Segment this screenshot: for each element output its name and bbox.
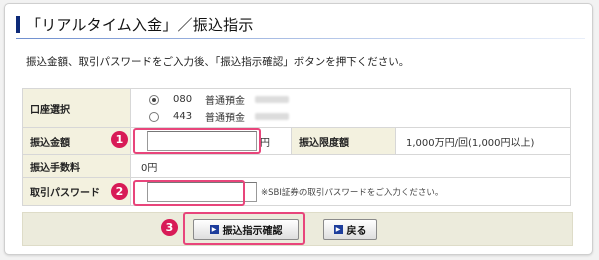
step-badge-2: 2 (111, 183, 128, 200)
account-select-row: 口座選択 080 普通預金 443 普通預金 (22, 88, 571, 128)
fee-row: 振込手数料 0円 (22, 154, 571, 178)
account-branch: 080 (173, 94, 193, 105)
masked-account-number (255, 113, 289, 120)
arrow-right-icon: ▶ (333, 225, 343, 234)
page-title: 「リアルタイム入金」／振込指示 (16, 14, 254, 34)
fee-value: 0円 (130, 154, 571, 178)
title-accent-bar (16, 15, 20, 33)
back-button[interactable]: ▶ 戻る (323, 219, 377, 240)
instruction-text: 振込金額、取引パスワードをご入力後、「振込指示確認」ボタンを押下ください。 (26, 56, 410, 68)
account-radio-2[interactable] (149, 111, 159, 122)
account-branch: 443 (173, 111, 193, 122)
account-select-label: 口座選択 (22, 88, 131, 128)
amount-unit: 円 (260, 137, 270, 149)
limit-label: 振込限度額 (291, 127, 396, 155)
page-title-text: 「リアルタイム入金」／振込指示 (26, 15, 254, 34)
account-type: 普通預金 (205, 113, 245, 124)
amount-row: 振込金額 円 振込限度額 1,000万円/回(1,000円以上) (22, 127, 571, 155)
account-type: 普通預金 (205, 96, 245, 107)
password-row: 取引パスワード ※SBI証券の取引パスワードをご入力ください。 (22, 177, 571, 206)
step-badge-1: 1 (111, 131, 128, 148)
confirm-highlight (183, 212, 305, 245)
account-select-cell: 080 普通預金 443 普通預金 (130, 88, 571, 128)
step-badge-3: 3 (161, 219, 178, 236)
account-option-1[interactable]: 080 普通預金 (149, 92, 570, 107)
fee-label: 振込手数料 (22, 154, 131, 178)
title-divider (16, 38, 585, 39)
back-label: 戻る (346, 226, 367, 237)
password-note: ※SBI証券の取引パスワードをご入力ください。 (261, 187, 444, 198)
amount-highlight (133, 128, 261, 154)
password-highlight (133, 180, 245, 206)
masked-account-number (255, 96, 289, 103)
account-radio-1[interactable] (149, 94, 159, 105)
limit-value: 1,000万円/回(1,000円以上) (395, 127, 571, 155)
account-option-2[interactable]: 443 普通預金 (149, 109, 570, 124)
transfer-form: 口座選択 080 普通預金 443 普通預金 振込金額 円 振込限度額 1,00… (22, 88, 571, 206)
